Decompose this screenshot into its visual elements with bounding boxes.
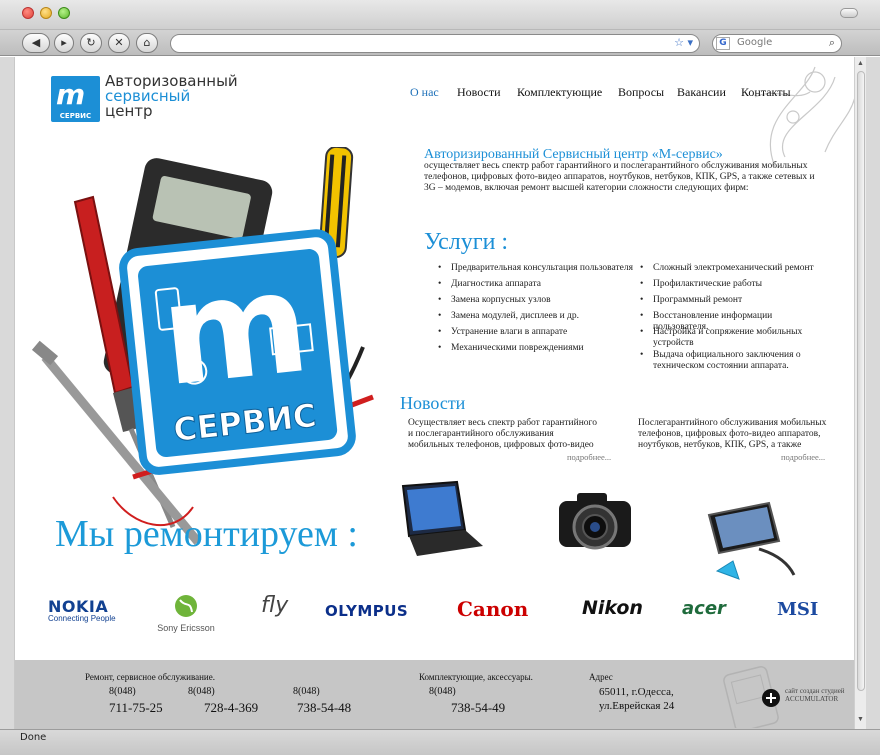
service-item: Замена модулей, дисплеев и др. xyxy=(438,311,638,322)
google-engine-icon[interactable]: G xyxy=(716,37,730,50)
sony-ericsson-globe-icon xyxy=(175,595,197,617)
footer-address-title: Адрес xyxy=(589,672,613,682)
news-item-text: Осуществляет весь спектр работ гарантийн… xyxy=(408,418,597,450)
close-window-button[interactable] xyxy=(22,7,34,19)
search-placeholder: Google xyxy=(737,37,773,48)
stop-button[interactable]: ✕ xyxy=(108,33,130,53)
service-item: Профилактические работы xyxy=(640,279,830,290)
nav-faq[interactable]: Вопросы xyxy=(618,85,664,100)
home-button[interactable]: ⌂ xyxy=(136,33,158,53)
nav-contacts[interactable]: Контакты xyxy=(741,85,791,100)
phone-code: 8(048) xyxy=(109,686,136,697)
footer-address-line1: 65011, г.Одесса, xyxy=(599,686,674,698)
page-viewport: m СЕРВИС Авторизованный сервисный центр … xyxy=(14,57,854,729)
news-more-link[interactable]: подробнее... xyxy=(781,452,825,462)
footer-address-line2: ул.Еврейская 24 xyxy=(599,700,675,712)
bookmark-star-icon[interactable]: ☆ ▾ xyxy=(674,36,693,49)
nav-about[interactable]: О нас xyxy=(410,85,439,100)
laptop-icon xyxy=(401,480,483,556)
services-title: Услуги : xyxy=(424,229,509,255)
logo-text-line3: центр xyxy=(105,102,153,120)
window-frame-left xyxy=(0,57,14,729)
status-text: Done xyxy=(20,732,47,743)
back-button[interactable]: ◀ xyxy=(22,33,50,53)
browser-toolbar: ◀ ▸ ↻ ✕ ⌂ ☆ ▾ G Google ⌕ xyxy=(0,30,880,56)
studio-credit-line2[interactable]: ACCUMULATOR xyxy=(785,695,838,703)
camera-icon xyxy=(559,493,631,550)
logo-mark: m xyxy=(56,78,86,111)
service-sign-icon: m СЕРВИС xyxy=(119,229,356,475)
phone-number: 711-75-25 xyxy=(109,700,163,715)
brand-logo-acer[interactable]: acer xyxy=(682,598,726,619)
repair-title: Мы ремонтируем : xyxy=(55,513,358,555)
window-frame-right xyxy=(866,57,880,729)
hero-tools-illustration: m СЕРВИС xyxy=(31,147,374,545)
scroll-down-arrow-icon[interactable]: ▼ xyxy=(857,715,864,723)
search-icon[interactable]: ⌕ xyxy=(829,36,835,50)
news-item-text: Послегарантийного обслуживания мобильных… xyxy=(638,418,827,450)
brand-logo-fly[interactable]: fly xyxy=(261,593,288,618)
site-logo[interactable]: m СЕРВИС xyxy=(51,76,100,122)
footer-parts-title: Комплектующие, аксессуары. xyxy=(419,672,533,682)
service-item: Замена корпусных узлов xyxy=(438,295,638,306)
nav-news[interactable]: Новости xyxy=(457,85,501,100)
brand-logo-nikon[interactable]: Nikon xyxy=(582,597,643,619)
brand-logo-olympus[interactable]: OLYMPUS xyxy=(325,602,408,620)
forward-button[interactable]: ▸ xyxy=(54,33,74,53)
brand-logo-nokia[interactable]: NOKIA Connecting People xyxy=(48,597,116,623)
service-item: Выдача официального заключения о техниче… xyxy=(640,350,815,372)
reload-icon: ↻ xyxy=(86,36,96,49)
intro-body: осуществляет весь спектр работ гарантийн… xyxy=(424,161,815,193)
nav-parts[interactable]: Комплектующие xyxy=(517,85,602,100)
studio-credit-line1[interactable]: сайт создан студией xyxy=(785,687,845,695)
forward-arrow-icon: ▸ xyxy=(61,36,67,49)
service-item: Механическими повреждениями xyxy=(438,343,638,354)
brand-logo-canon[interactable]: Canon xyxy=(457,597,528,621)
brand-logo-sony-ericsson[interactable]: Sony Ericsson xyxy=(151,594,221,633)
service-item: Сложный электромеханический ремонт xyxy=(640,263,830,274)
brand-logo-msi[interactable]: MSI xyxy=(777,599,818,620)
minimize-window-button[interactable] xyxy=(40,7,52,19)
phone-number: 728-4-369 xyxy=(204,700,259,715)
footer-repair-title: Ремонт, сервисное обслуживание. xyxy=(85,672,215,682)
window-titlebar xyxy=(0,0,880,30)
back-arrow-icon: ◀ xyxy=(31,36,41,49)
stop-icon: ✕ xyxy=(114,36,124,49)
phone-code: 8(048) xyxy=(293,686,320,697)
service-item: Устранение влаги в аппарате xyxy=(438,327,638,338)
address-bar[interactable]: ☆ ▾ xyxy=(170,34,700,53)
decorative-swirl-icon xyxy=(754,66,854,168)
search-field[interactable]: G Google ⌕ xyxy=(712,34,842,53)
sign-mark: m xyxy=(154,241,316,418)
service-item: Предварительная консультация пользовател… xyxy=(438,263,638,274)
phone-number: 738-54-48 xyxy=(297,700,352,715)
nav-vacancies[interactable]: Вакансии xyxy=(677,85,726,100)
studio-plus-icon[interactable] xyxy=(761,688,781,708)
service-item: Программный ремонт xyxy=(640,295,830,306)
news-title: Новости xyxy=(400,393,466,413)
zoom-window-button[interactable] xyxy=(58,7,70,19)
browser-statusbar: Done xyxy=(0,729,880,755)
vertical-scrollbar[interactable]: ▲ ▼ xyxy=(854,57,866,729)
home-icon: ⌂ xyxy=(143,36,151,49)
phone-code: 8(048) xyxy=(429,686,456,697)
scroll-up-arrow-icon[interactable]: ▲ xyxy=(857,59,864,67)
service-item: Настройка и сопряжение мобильных устройс… xyxy=(640,327,815,349)
logo-caption: СЕРВИС xyxy=(59,112,92,120)
service-item: Диагностика аппарата xyxy=(438,279,638,290)
smartphone-icon xyxy=(707,501,796,580)
phone-code: 8(048) xyxy=(188,686,215,697)
page-footer: Ремонт, сервисное обслуживание. 8(048) 7… xyxy=(15,660,854,729)
news-more-link[interactable]: подробнее... xyxy=(567,452,611,462)
toolbar-toggle-button[interactable] xyxy=(840,8,858,18)
reload-button[interactable]: ↻ xyxy=(80,33,102,53)
scrollbar-thumb[interactable] xyxy=(857,71,865,691)
phone-number: 738-54-49 xyxy=(451,700,506,715)
